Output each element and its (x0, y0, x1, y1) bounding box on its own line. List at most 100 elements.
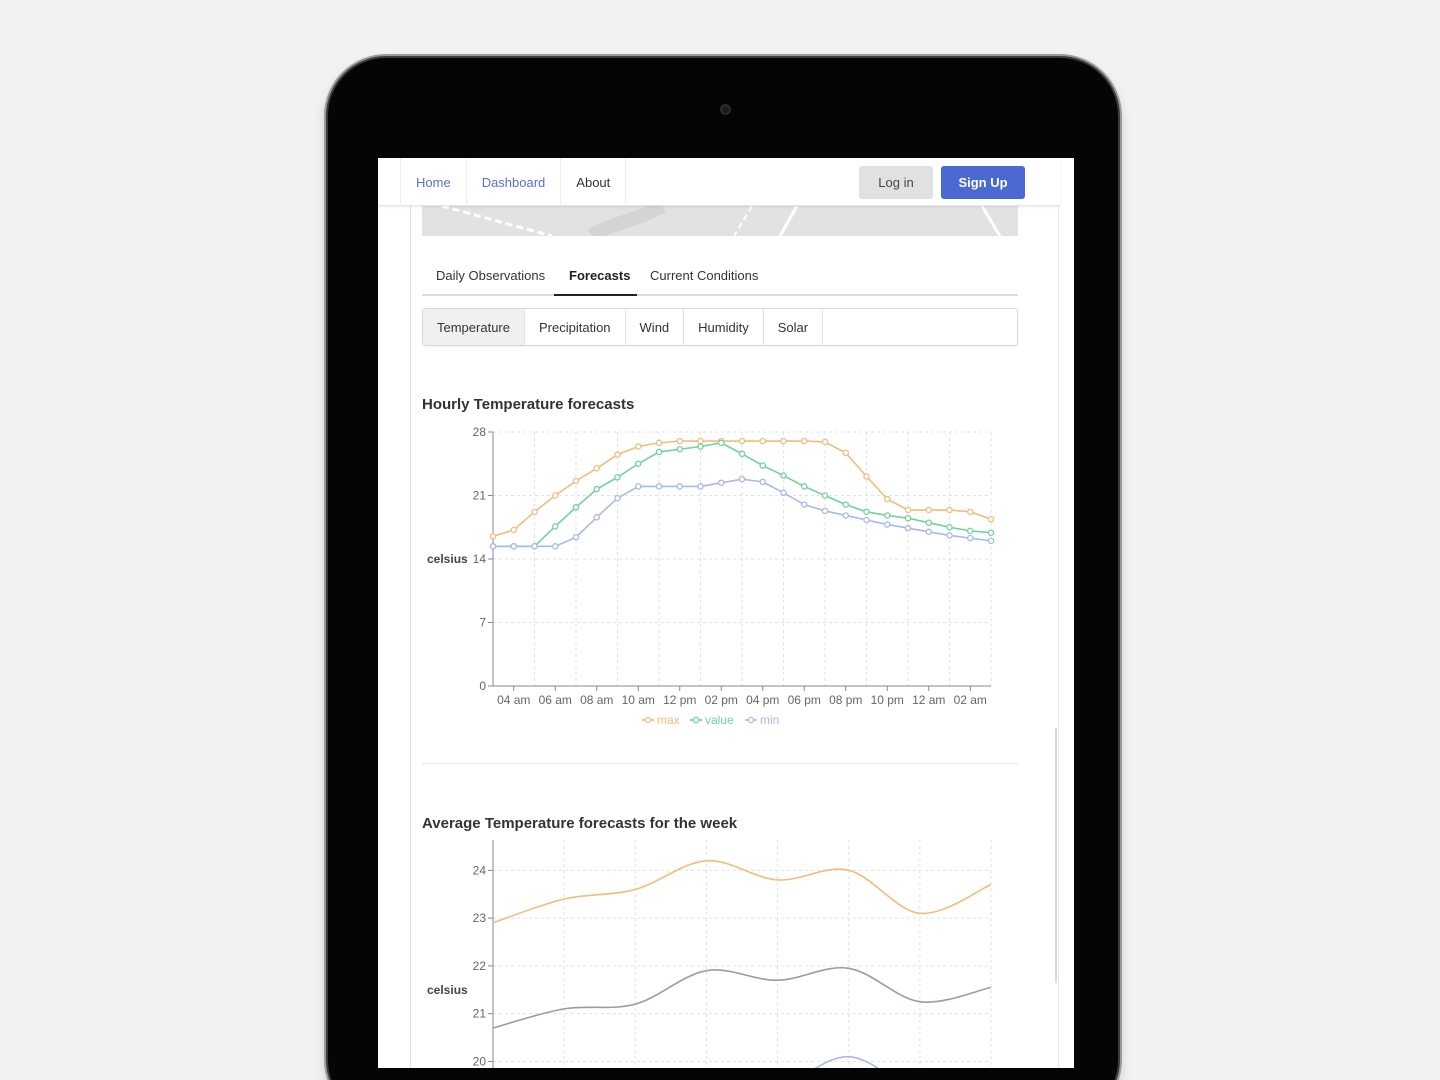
x-tick-label: 08 am (580, 693, 613, 707)
data-point-min (738, 475, 746, 483)
data-point-value (800, 483, 808, 490)
legend-label-value: value (705, 713, 734, 727)
data-point-value (987, 529, 995, 536)
data-point-max (697, 437, 704, 445)
data-point-max (510, 526, 518, 534)
data-point-max (780, 437, 787, 445)
data-point-min (821, 507, 829, 515)
x-tick-label: 02 pm (705, 693, 738, 707)
data-point-value (717, 439, 725, 447)
x-tick-label: 08 pm (829, 693, 862, 707)
legend-label-min: min (760, 713, 779, 727)
y-tick-label: 23 (473, 911, 487, 925)
x-tick-label: 04 pm (746, 693, 779, 707)
data-point-min (510, 543, 518, 550)
data-point-min (697, 483, 704, 490)
data-point-value (697, 443, 704, 450)
y-tick-label: 22 (473, 959, 487, 973)
data-point-max (883, 495, 891, 503)
section-divider (422, 763, 1018, 764)
data-point-max (614, 451, 621, 458)
data-point-value (655, 448, 663, 456)
data-point-min (759, 478, 766, 486)
data-point-max (634, 443, 642, 450)
y-axis-label: celsius (427, 983, 468, 997)
data-point-value (925, 519, 932, 526)
data-point-max (593, 465, 600, 472)
nav-menu: Home Dashboard About (400, 158, 627, 206)
tablet-frame: Home Dashboard About Log in Sign Up Dail… (328, 58, 1118, 1080)
camera-icon (720, 104, 731, 115)
data-point-value (967, 527, 974, 535)
content-border-right (1058, 206, 1059, 1068)
data-point-value (634, 460, 642, 468)
tab-forecasts[interactable]: Forecasts (569, 268, 630, 283)
subtab-solar[interactable]: Solar (764, 309, 824, 345)
data-point-max (551, 492, 559, 499)
login-button[interactable]: Log in (859, 166, 933, 199)
data-point-max (821, 438, 829, 446)
data-point-value (572, 504, 580, 511)
data-point-min (593, 514, 600, 521)
nav-home-link[interactable]: Home (400, 158, 467, 206)
data-point-max (925, 506, 932, 514)
series-line-min (814, 1055, 880, 1068)
x-tick-label: 10 pm (871, 693, 904, 707)
x-tick-label: 12 am (912, 693, 945, 707)
data-point-value (863, 508, 870, 516)
nav-about-link[interactable]: About (561, 158, 627, 206)
data-point-value (614, 474, 621, 481)
y-tick-label: 20 (473, 1054, 487, 1068)
subtab-wind[interactable]: Wind (626, 309, 685, 345)
x-tick-label: 12 pm (663, 693, 696, 707)
data-point-value (780, 472, 787, 479)
active-tab-indicator (554, 294, 637, 296)
tab-current-conditions[interactable]: Current Conditions (650, 268, 758, 283)
map-roads-graphic (422, 206, 1018, 236)
data-point-max (800, 437, 808, 445)
subtab-humidity[interactable]: Humidity (684, 309, 764, 345)
scrollbar-thumb[interactable] (1055, 728, 1057, 983)
legend-label-max: max (657, 713, 680, 727)
data-point-min (863, 516, 870, 524)
nav-dashboard-link[interactable]: Dashboard (467, 158, 562, 206)
hourly-temperature-chart: 0 7 14 21 28 04 am 06 am 08 am 10 am 12 pm 02 pm 04… (427, 425, 995, 727)
subtab-temperature[interactable]: Temperature (423, 309, 525, 345)
data-point-min (489, 543, 497, 550)
data-point-max (842, 449, 849, 457)
data-point-max (946, 506, 953, 514)
data-point-min (904, 524, 912, 532)
data-point-min (717, 479, 725, 487)
subtab-precipitation[interactable]: Precipitation (525, 309, 626, 345)
signup-button[interactable]: Sign Up (941, 166, 1025, 199)
data-point-value (551, 523, 559, 530)
data-point-max (967, 508, 974, 516)
y-tick-label: 21 (473, 489, 487, 503)
map-view[interactable] (422, 206, 1018, 236)
y-tick-label: 21 (473, 1007, 487, 1021)
data-point-value (904, 514, 912, 522)
weekly-average-temperature-chart: 20 21 22 23 24 celsius (427, 840, 992, 1068)
data-point-max (904, 506, 912, 514)
data-point-min (572, 533, 580, 541)
data-point-min (883, 521, 891, 528)
data-point-max (676, 437, 683, 445)
x-tick-label: 04 am (497, 693, 530, 707)
data-point-value (842, 501, 849, 508)
y-tick-label: 7 (479, 616, 486, 630)
data-point-min (614, 494, 621, 502)
data-point-min (634, 483, 642, 490)
data-point-value (676, 445, 683, 453)
legend-marker-value (692, 716, 700, 724)
data-point-min (531, 543, 538, 550)
data-point-max (863, 473, 870, 480)
x-tick-label: 10 am (622, 693, 655, 707)
tab-daily-observations[interactable]: Daily Observations (436, 268, 545, 283)
data-point-value (946, 524, 953, 531)
y-tick-label: 0 (479, 679, 486, 693)
y-tick-label: 14 (473, 552, 487, 566)
data-point-max (738, 437, 746, 445)
x-tick-label: 06 am (539, 693, 572, 707)
data-point-max (759, 437, 766, 445)
data-point-min (842, 512, 849, 519)
